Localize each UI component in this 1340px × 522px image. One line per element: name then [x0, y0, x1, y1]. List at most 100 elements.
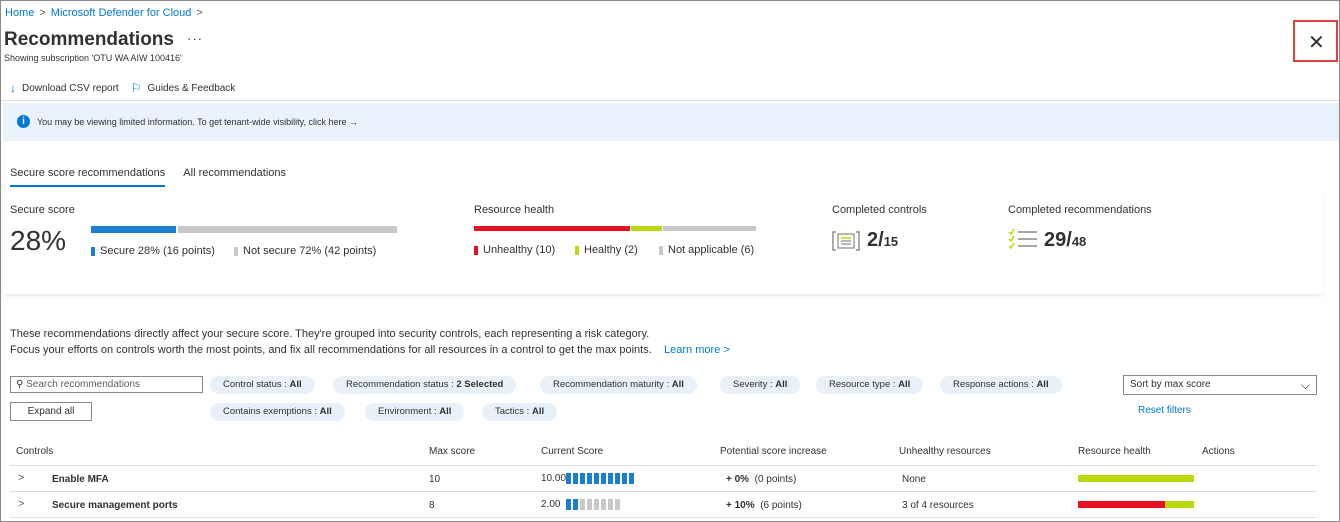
current-score-blocks: [566, 473, 634, 484]
search-input[interactable]: ⚲ Search recommendations: [10, 376, 203, 393]
chevron-right-icon[interactable]: >: [18, 498, 24, 510]
not-secure-legend: Not secure 72% (42 points): [234, 245, 376, 257]
completed-recommendations-count: 29: [1044, 229, 1067, 251]
max-score: 8: [429, 500, 435, 511]
healthy-legend-label: Healthy (2): [584, 244, 638, 256]
tab-all-recommendations[interactable]: All recommendations: [183, 167, 286, 187]
score-block: [615, 499, 620, 510]
na-legend-swatch: [659, 245, 663, 255]
filter-control-status[interactable]: Control status : All: [210, 376, 315, 394]
filter-response-actions[interactable]: Response actions : All: [940, 376, 1062, 394]
score-block: [580, 473, 585, 484]
search-placeholder: Search recommendations: [26, 379, 141, 390]
filter-environment-key: Environment :: [378, 406, 440, 417]
search-icon: ⚲: [16, 379, 24, 390]
score-block: [594, 473, 599, 484]
column-header-resource-health[interactable]: Resource health: [1078, 446, 1151, 457]
na-bar-segment: [663, 226, 756, 231]
filter-tactics[interactable]: Tactics : All: [482, 403, 558, 421]
filter-response-key: Response actions :: [953, 379, 1037, 390]
breadcrumb: Home > Microsoft Defender for Cloud >: [5, 7, 203, 19]
filter-environment-value: All: [439, 406, 452, 417]
completed-recommendations-value: 29/48: [1044, 229, 1086, 252]
healthy-bar-segment: [631, 226, 662, 231]
tab-secure-score-recommendations[interactable]: Secure score recommendations: [10, 167, 166, 187]
secure-legend-swatch: [91, 246, 95, 256]
column-header-controls[interactable]: Controls: [16, 446, 53, 457]
filter-recommendation-status[interactable]: Recommendation status : 2 Selected: [333, 376, 517, 394]
resource-health-label: Resource health: [474, 204, 555, 216]
score-block: [594, 499, 599, 510]
potential-increase-points: (6 points): [760, 500, 802, 511]
table-divider: [10, 465, 1317, 466]
sort-dropdown-value: Sort by max score: [1130, 379, 1211, 390]
breadcrumb-separator: >: [196, 7, 203, 19]
close-button[interactable]: ✕: [1293, 20, 1338, 62]
recommendations-description: These recommendations directly affect yo…: [10, 326, 730, 358]
guides-feedback-button[interactable]: ⚐ Guides & Feedback: [131, 81, 236, 95]
na-legend: Not applicable (6): [659, 244, 754, 256]
unhealthy-bar-segment: [474, 226, 630, 231]
reset-filters-link[interactable]: Reset filters: [1138, 405, 1191, 416]
resource-health-row-bar: [1078, 475, 1194, 482]
column-header-max-score[interactable]: Max score: [429, 446, 475, 457]
completed-controls-value: 2/15: [867, 229, 898, 252]
current-score-blocks: [566, 499, 620, 510]
secure-bar-segment: [91, 226, 176, 233]
na-legend-label: Not applicable (6): [668, 244, 755, 256]
score-block: [622, 473, 627, 484]
completed-recommendations-total: 48: [1071, 234, 1087, 249]
chevron-down-icon: ⌵: [1300, 378, 1310, 392]
toolbar: ↓ Download CSV report ⚐ Guides & Feedbac…: [10, 81, 235, 95]
info-banner-text: You may be viewing limited information. …: [37, 117, 358, 127]
control-name[interactable]: Enable MFA: [52, 474, 109, 485]
score-block: [615, 473, 620, 484]
completed-controls-total: 15: [883, 234, 899, 249]
filter-resource-type[interactable]: Resource type : All: [816, 376, 924, 394]
score-block: [566, 473, 571, 484]
secure-legend: Secure 28% (16 points): [91, 245, 215, 257]
filter-severity-key: Severity :: [733, 379, 776, 390]
divider: [1, 100, 1339, 101]
column-header-current-score[interactable]: Current Score: [541, 446, 603, 457]
expand-all-button[interactable]: Expand all: [10, 402, 92, 421]
control-name[interactable]: Secure management ports: [52, 500, 178, 511]
sort-dropdown[interactable]: Sort by max score ⌵: [1123, 375, 1317, 395]
chevron-right-icon[interactable]: >: [18, 472, 24, 484]
filter-severity-value: All: [775, 379, 788, 390]
breadcrumb-defender[interactable]: Microsoft Defender for Cloud: [51, 7, 192, 19]
column-header-unhealthy-resources[interactable]: Unhealthy resources: [899, 446, 991, 457]
column-header-potential-increase[interactable]: Potential score increase: [720, 446, 827, 457]
info-banner[interactable]: i You may be viewing limited information…: [3, 103, 1339, 141]
filter-contains-exemptions[interactable]: Contains exemptions : All: [210, 403, 345, 421]
filter-resource-type-value: All: [898, 379, 911, 390]
potential-increase: + 0% (0 points): [726, 474, 796, 485]
filter-environment[interactable]: Environment : All: [365, 403, 465, 421]
current-score: 2.00: [541, 499, 561, 510]
download-csv-button[interactable]: ↓ Download CSV report: [10, 81, 119, 95]
completed-controls-count: 2: [867, 229, 879, 251]
filter-control-status-value: All: [289, 379, 302, 390]
completed-controls-label: Completed controls: [832, 204, 927, 216]
download-icon: ↓: [10, 81, 16, 95]
potential-increase-points: (0 points): [754, 474, 797, 485]
row-unhealthy-segment: [1078, 501, 1165, 508]
breadcrumb-home[interactable]: Home: [5, 7, 34, 19]
filter-control-status-key: Control status :: [223, 379, 290, 390]
description-line-2: Focus your efforts on controls worth the…: [10, 342, 730, 358]
score-block: [608, 499, 613, 510]
score-block: [629, 473, 634, 484]
secure-legend-label: Secure 28% (16 points): [100, 245, 215, 257]
filter-exemptions-value: All: [319, 406, 332, 417]
filter-exemptions-key: Contains exemptions :: [223, 406, 320, 417]
score-block: [566, 499, 571, 510]
more-options-button[interactable]: ···: [187, 31, 203, 46]
controls-icon: [832, 230, 860, 255]
current-score: 10.00: [541, 473, 567, 484]
filter-recommendation-maturity[interactable]: Recommendation maturity : All: [540, 376, 697, 394]
filter-severity[interactable]: Severity : All: [720, 376, 801, 394]
score-block: [580, 499, 585, 510]
learn-more-link[interactable]: Learn more >: [664, 344, 730, 356]
potential-increase-percent: + 0%: [726, 474, 750, 485]
not-secure-legend-swatch: [234, 246, 238, 256]
